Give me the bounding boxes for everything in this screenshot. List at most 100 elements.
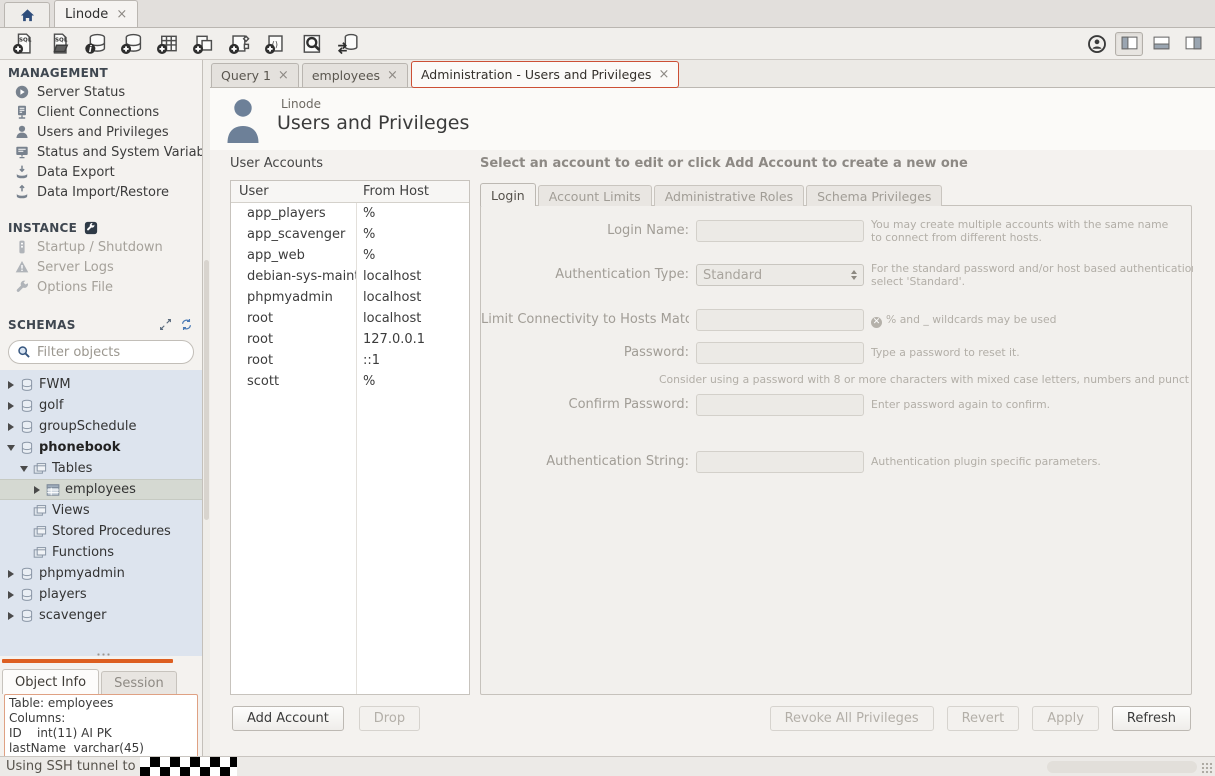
chevron-right-icon[interactable] bbox=[6, 401, 15, 410]
tree-item-scavenger[interactable]: scavenger bbox=[0, 605, 202, 626]
expand-schemas-icon[interactable] bbox=[158, 317, 173, 332]
tab-login[interactable]: Login bbox=[480, 183, 536, 206]
tree-item-golf[interactable]: golf bbox=[0, 395, 202, 416]
tab-administrative-roles[interactable]: Administrative Roles bbox=[654, 185, 804, 206]
home-tab[interactable] bbox=[4, 2, 50, 27]
progress-indicator bbox=[1047, 761, 1197, 773]
sidebar-item-server-status[interactable]: Server Status bbox=[0, 82, 202, 102]
user-account-row[interactable]: app_scavenger % bbox=[231, 224, 469, 245]
new-sql-tab-button[interactable]: SQL bbox=[8, 31, 39, 57]
tree-item-views[interactable]: Views bbox=[0, 500, 202, 521]
editor-tab-administration-users-and-privileges[interactable]: Administration - Users and Privileges × bbox=[411, 61, 679, 88]
tab-account-limits[interactable]: Account Limits bbox=[538, 185, 652, 206]
tree-item-tables[interactable]: Tables bbox=[0, 458, 202, 479]
sidebar-item-client-connections[interactable]: Client Connections bbox=[0, 102, 202, 122]
user-account-row[interactable]: app_web % bbox=[231, 245, 469, 266]
schema-filter bbox=[8, 340, 194, 364]
tree-item-employees[interactable]: employees bbox=[0, 479, 202, 500]
tree-item-phpmyadmin[interactable]: phpmyadmin bbox=[0, 563, 202, 584]
scrollbar-thumb[interactable] bbox=[204, 260, 209, 520]
sidebar-item-status-and-system-variables[interactable]: Status and System Variables bbox=[0, 142, 202, 162]
user-account-row[interactable]: app_players % bbox=[231, 203, 469, 224]
chevron-right-icon[interactable] bbox=[32, 485, 41, 494]
limit-connectivity-hosts-input[interactable] bbox=[696, 309, 864, 331]
workbench-logo-button[interactable] bbox=[1083, 32, 1111, 56]
refresh-button[interactable]: Refresh bbox=[1112, 706, 1191, 731]
tree-item-fwm[interactable]: FWM bbox=[0, 374, 202, 395]
chevron-right-icon[interactable] bbox=[6, 422, 15, 431]
toggle-right-panel-button[interactable] bbox=[1179, 32, 1207, 56]
chevron-right-icon[interactable] bbox=[6, 611, 15, 620]
sidebar-item-data-import-restore[interactable]: Data Import/Restore bbox=[0, 182, 202, 202]
col-header-user[interactable]: User bbox=[231, 184, 356, 199]
page-title: Users and Privileges bbox=[277, 112, 469, 134]
toggle-bottom-panel-button[interactable] bbox=[1147, 32, 1175, 56]
chevron-right-icon[interactable] bbox=[6, 569, 15, 578]
password-input[interactable] bbox=[696, 342, 864, 364]
schema-inspector-button[interactable]: i bbox=[80, 31, 111, 57]
drop-button[interactable]: Drop bbox=[359, 706, 420, 731]
add-account-button[interactable]: Add Account bbox=[232, 706, 344, 731]
search-table-data-button[interactable] bbox=[296, 31, 327, 57]
user-account-row[interactable]: phpmyadmin localhost bbox=[231, 287, 469, 308]
sidebar-item-server-logs[interactable]: Server Logs bbox=[0, 257, 202, 277]
chevron-down-icon[interactable] bbox=[19, 464, 28, 473]
editor-tab-employees[interactable]: employees × bbox=[302, 63, 408, 87]
sidebar-splitter[interactable] bbox=[0, 656, 202, 666]
connection-tab[interactable]: Linode × bbox=[54, 0, 138, 27]
reconnect-dbms-button[interactable] bbox=[332, 31, 363, 57]
editor-tab-query-1[interactable]: Query 1 × bbox=[211, 63, 299, 87]
user-account-row[interactable]: scott % bbox=[231, 371, 469, 392]
login-name-input[interactable] bbox=[696, 220, 864, 242]
close-icon[interactable]: × bbox=[278, 69, 289, 82]
user-account-row[interactable]: root localhost bbox=[231, 308, 469, 329]
create-procedure-icon bbox=[228, 32, 251, 55]
confirm-password-input[interactable] bbox=[696, 394, 864, 416]
tree-item-functions[interactable]: Functions bbox=[0, 542, 202, 563]
close-icon[interactable]: × bbox=[116, 8, 127, 21]
authentication-type-hint: For the standard password and/or host ba… bbox=[871, 262, 1193, 288]
create-function-button[interactable]: () bbox=[260, 31, 291, 57]
authentication-type-select[interactable]: Standard bbox=[696, 264, 864, 286]
chevron-down-icon[interactable] bbox=[6, 443, 15, 452]
create-procedure-button[interactable] bbox=[224, 31, 255, 57]
filter-objects-input[interactable] bbox=[37, 345, 203, 360]
client-connections-icon bbox=[14, 104, 30, 120]
revoke-all-privileges-button[interactable]: Revoke All Privileges bbox=[770, 706, 934, 731]
user-account-row[interactable]: root 127.0.0.1 bbox=[231, 329, 469, 350]
tab-object-info[interactable]: Object Info bbox=[2, 669, 99, 694]
tab-schema-privileges[interactable]: Schema Privileges bbox=[806, 185, 942, 206]
object-info-line: ID int(11) AI PK bbox=[9, 726, 193, 741]
sidebar-item-options-file[interactable]: Options File bbox=[0, 277, 202, 297]
sidebar-scrollbar[interactable] bbox=[203, 60, 210, 756]
chevron-right-icon[interactable] bbox=[6, 380, 15, 389]
data-import-icon bbox=[14, 184, 30, 200]
user-account-row[interactable]: debian-sys-maint localhost bbox=[231, 266, 469, 287]
refresh-schemas-icon[interactable] bbox=[179, 317, 194, 332]
tree-item-players[interactable]: players bbox=[0, 584, 202, 605]
sidebar-item-startup-shutdown[interactable]: Startup / Shutdown bbox=[0, 237, 202, 257]
chevron-right-icon[interactable] bbox=[6, 590, 15, 599]
close-icon[interactable]: × bbox=[658, 68, 669, 81]
toggle-left-panel-button[interactable] bbox=[1115, 32, 1143, 56]
resize-grip-icon[interactable] bbox=[1201, 762, 1213, 774]
sidebar-item-users-and-privileges[interactable]: Users and Privileges bbox=[0, 122, 202, 142]
search-icon bbox=[17, 345, 31, 359]
tab-session[interactable]: Session bbox=[101, 671, 177, 694]
authentication-string-input[interactable] bbox=[696, 451, 864, 473]
col-header-from-host[interactable]: From Host bbox=[356, 184, 429, 199]
create-schema-button[interactable] bbox=[116, 31, 147, 57]
user-cell: root bbox=[231, 311, 356, 326]
create-view-button[interactable] bbox=[188, 31, 219, 57]
tree-item-phonebook[interactable]: phonebook bbox=[0, 437, 202, 458]
tree-item-groupschedule[interactable]: groupSchedule bbox=[0, 416, 202, 437]
sidebar-item-data-export[interactable]: Data Export bbox=[0, 162, 202, 182]
tree-item-stored-procedures[interactable]: Stored Procedures bbox=[0, 521, 202, 542]
user-account-row[interactable]: root ::1 bbox=[231, 350, 469, 371]
revert-button[interactable]: Revert bbox=[947, 706, 1020, 731]
close-icon[interactable]: × bbox=[387, 69, 398, 82]
home-icon bbox=[19, 8, 36, 23]
create-table-button[interactable] bbox=[152, 31, 183, 57]
open-sql-script-button[interactable]: SQL bbox=[44, 31, 75, 57]
apply-button[interactable]: Apply bbox=[1032, 706, 1099, 731]
